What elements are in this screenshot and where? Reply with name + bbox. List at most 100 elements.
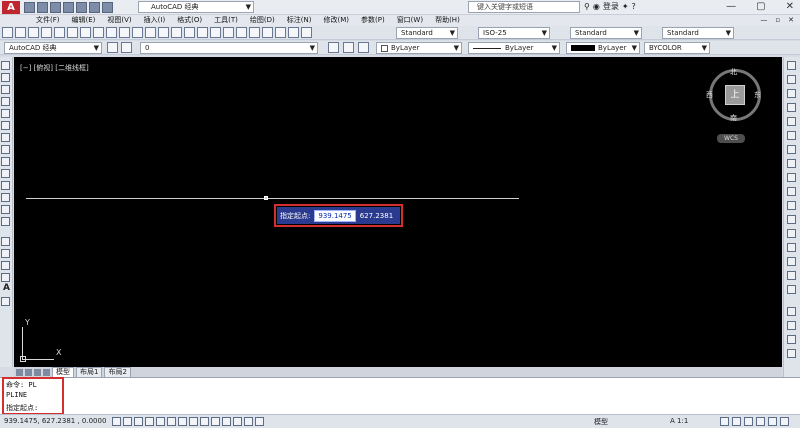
isolate-objects-icon[interactable] [768, 417, 777, 426]
design-center-icon[interactable] [236, 27, 247, 38]
arc-icon[interactable] [1, 121, 10, 130]
offset-icon[interactable] [787, 103, 796, 112]
block-editor-icon[interactable] [132, 27, 143, 38]
doc-close-button[interactable]: ✕ [788, 15, 794, 26]
workspace-select[interactable]: AutoCAD 经典 ▼ [138, 1, 254, 13]
save-as-icon[interactable] [63, 2, 74, 13]
transparency-icon[interactable] [233, 417, 242, 426]
login-button[interactable]: 登录 [603, 1, 619, 12]
break-icon[interactable] [787, 229, 796, 238]
markup-icon[interactable] [275, 27, 286, 38]
tab-first-icon[interactable] [16, 368, 23, 376]
close-button[interactable]: ✕ [786, 0, 794, 14]
help-icon[interactable]: ? [632, 2, 636, 11]
trim-icon[interactable] [787, 187, 796, 196]
pan-icon[interactable] [171, 27, 182, 38]
coordinate-readout[interactable]: 939.1475, 627.2381 , 0.0000 [4, 417, 106, 425]
plot-icon[interactable] [41, 27, 52, 38]
copy-object-icon[interactable] [787, 75, 796, 84]
compass-south[interactable]: 南 [730, 113, 737, 123]
open-icon[interactable] [15, 27, 26, 38]
object-snap-icon[interactable] [167, 417, 176, 426]
undo-icon[interactable] [89, 2, 100, 13]
compass-west[interactable]: 西 [706, 90, 713, 100]
erase-icon[interactable] [787, 61, 796, 70]
properties-icon[interactable] [223, 27, 234, 38]
match-properties-icon[interactable] [119, 27, 130, 38]
dynamic-input-x-field[interactable]: 939.1475 [314, 209, 356, 222]
color-select[interactable]: ByLayer ▼ [376, 42, 462, 54]
calculator-icon[interactable] [288, 27, 299, 38]
open-icon[interactable] [37, 2, 48, 13]
tab-layout1[interactable]: 布局1 [76, 366, 103, 378]
dynamic-ucs-icon[interactable] [200, 417, 209, 426]
lock-icon[interactable] [744, 417, 753, 426]
dim-linear-icon[interactable] [787, 307, 796, 316]
multiline-text-icon[interactable]: A [1, 283, 12, 293]
make-block-icon[interactable] [1, 205, 10, 214]
ellipse-icon[interactable] [1, 169, 10, 178]
plotstyle-select[interactable]: BYCOLOR ▼ [644, 42, 710, 54]
tab-model[interactable]: 模型 [52, 366, 74, 378]
annotation-scale[interactable]: A 1:1 [670, 417, 688, 425]
table-icon[interactable] [1, 273, 10, 282]
command-window[interactable]: 命令: PL PLINE 指定起点: [0, 377, 800, 414]
copy-icon[interactable] [93, 27, 104, 38]
wcs-menu[interactable]: WCS [717, 134, 745, 143]
break-at-point-icon[interactable] [787, 215, 796, 224]
insert-block-icon[interactable] [1, 193, 10, 202]
lineweight-icon[interactable] [222, 417, 231, 426]
line-icon[interactable] [1, 61, 10, 70]
layer-state-icon[interactable] [358, 42, 369, 53]
polar-tracking-icon[interactable] [156, 417, 165, 426]
viewport-controls[interactable]: [−] [俯视] [二维线框] [20, 63, 89, 73]
join-icon[interactable] [787, 243, 796, 252]
zoom-realtime-icon[interactable] [184, 27, 195, 38]
hardware-acceleration-icon[interactable] [756, 417, 765, 426]
plot-icon[interactable] [76, 2, 87, 13]
redo-icon[interactable] [102, 2, 113, 13]
object-snap-tracking-icon[interactable] [189, 417, 198, 426]
autocad-logo-icon[interactable]: A [2, 1, 20, 14]
menu-edit[interactable]: 编辑(E) [66, 15, 102, 26]
construction-line-icon[interactable] [1, 73, 10, 82]
workspace-settings-icon[interactable] [107, 42, 118, 53]
tab-prev-icon[interactable] [25, 368, 32, 376]
point-icon[interactable] [1, 217, 10, 226]
gradient-icon[interactable] [1, 249, 10, 258]
rectangle-icon[interactable] [1, 109, 10, 118]
layer-select[interactable]: 0 ▼ [140, 42, 318, 54]
preview-icon[interactable] [54, 27, 65, 38]
user-icon[interactable]: ◉ [593, 2, 600, 11]
menu-help[interactable]: 帮助(H) [429, 15, 466, 26]
layer-previous-icon[interactable] [343, 42, 354, 53]
fillet-icon[interactable] [787, 271, 796, 280]
publish-icon[interactable] [67, 27, 78, 38]
compass-north[interactable]: 北 [730, 67, 737, 77]
quick-properties-icon[interactable] [244, 417, 253, 426]
scale-icon[interactable] [787, 159, 796, 168]
model-space-button[interactable]: 模型 [594, 417, 608, 427]
move-icon[interactable] [787, 131, 796, 140]
sheet-set-icon[interactable] [262, 27, 273, 38]
menu-format[interactable]: 格式(O) [171, 15, 208, 26]
stretch-icon[interactable] [787, 173, 796, 182]
clean-screen-icon[interactable] [780, 417, 789, 426]
table-style-select[interactable]: Standard ▼ [570, 27, 642, 39]
menu-draw[interactable]: 绘图(D) [244, 15, 281, 26]
infer-constraints-icon[interactable] [112, 417, 121, 426]
save-icon[interactable] [50, 2, 61, 13]
drawing-canvas[interactable]: [−] [俯视] [二维线框] 指定起点: 939.1475 627.2381 … [14, 57, 782, 367]
save-icon[interactable] [28, 27, 39, 38]
dynamic-input-icon[interactable] [211, 417, 220, 426]
viewcube-top-face[interactable]: 上 [725, 85, 745, 105]
tab-layout2[interactable]: 布局2 [104, 366, 131, 378]
polyline-icon[interactable] [1, 85, 10, 94]
dynamic-input-y-field[interactable]: 627.2381 [360, 212, 393, 220]
array-icon[interactable] [787, 117, 796, 126]
region-icon[interactable] [1, 261, 10, 270]
cut-icon[interactable] [80, 27, 91, 38]
zoom-window-icon[interactable] [197, 27, 208, 38]
layer-manager-icon[interactable] [121, 42, 132, 53]
dim-angular-icon[interactable] [787, 349, 796, 358]
